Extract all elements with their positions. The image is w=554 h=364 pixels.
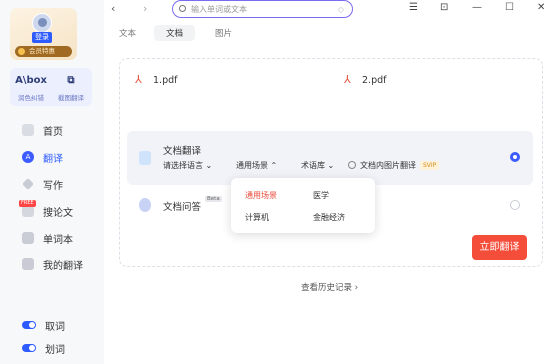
screenshot-label: 截图翻译 [58,94,84,102]
translate-icon: A [22,151,34,163]
scene-option-general[interactable]: 通用场景 [245,190,277,201]
tab-text[interactable]: 文本 [119,27,136,39]
sidebar-item-label: 首页 [43,126,63,138]
sidebar-item-label: 我的翻译 [43,260,83,272]
image-translate-option[interactable]: 文档内图片翻译 SVIP [348,160,440,171]
tab-image[interactable]: 图片 [215,27,232,39]
termbase-select[interactable]: 术语库 ⌄ [301,160,334,171]
vip-offer-button[interactable]: 会员特惠 [15,46,72,57]
view-history-link[interactable]: 查看历史记录 › [301,281,358,293]
pdf-icon: ⅄ [344,73,351,86]
back-button[interactable]: ‹ [111,2,115,15]
polish-icon: A\box [15,75,47,86]
toggle-word-pick[interactable]: 取词 [22,318,65,333]
file-name: 1.pdf [153,74,178,86]
sidebar-item-write[interactable]: 写作 [22,176,63,192]
image-translate-label: 文档内图片翻译 [360,161,416,170]
vip-label: 会员特惠 [29,47,55,55]
doc-qa-title[interactable]: 文档问答 [163,199,201,213]
file-name: 2.pdf [362,74,387,86]
minimize-button[interactable]: — [472,2,482,13]
avatar[interactable] [32,13,52,33]
sidebar-item-label: 翻译 [43,153,63,165]
polish-tool-button[interactable]: A\box 润色纠错 [12,74,50,102]
vocab-icon [22,232,34,244]
tools-card: A\box 润色纠错 ⧉ 截图翻译 [10,68,92,106]
scene-dropdown-menu: 通用场景 医学 计算机 金融经济 [231,178,375,233]
scene-select[interactable]: 通用场景 ⌃ [236,160,277,171]
sidebar-item-label: 写作 [43,180,63,192]
file-item[interactable]: ⅄ 2.pdf [344,74,386,86]
login-card[interactable]: 登录 会员特惠 [10,8,77,60]
svip-badge: SVIP [420,161,440,170]
sidebar-item-search-paper[interactable]: FREE 搜论文 [19,200,73,219]
maximize-button[interactable]: ☐ [505,2,514,13]
toggle-label: 取词 [45,321,65,333]
doc-qa-radio[interactable] [510,200,520,210]
sidebar-item-my-translation[interactable]: 我的翻译 [22,256,83,272]
polish-label: 润色纠错 [18,94,44,102]
scene-option-medicine[interactable]: 医学 [313,190,329,201]
sidebar-item-label: 搜论文 [43,207,73,219]
forward-button[interactable]: › [143,2,147,15]
screenshot-translate-button[interactable]: ⧉ 截图翻译 [52,74,90,102]
select-word-toggle-icon[interactable] [22,344,36,352]
doc-translate-radio[interactable] [510,152,520,162]
eraser-icon[interactable]: ◇ [338,5,344,14]
toggle-label: 划词 [45,344,65,356]
paper-icon: FREE [19,200,36,217]
pen-icon [22,178,34,190]
scene-option-computer[interactable]: 计算机 [245,212,269,223]
search-box[interactable]: ◇ [172,0,353,18]
login-button[interactable]: 登录 [32,32,52,43]
word-pick-toggle-icon[interactable] [22,321,36,329]
my-translation-icon [22,258,34,270]
doc-translate-title: 文档翻译 [163,146,202,157]
translate-now-button[interactable]: 立即翻译 [472,235,527,260]
sidebar-item-vocab[interactable]: 单词本 [22,230,73,246]
language-select[interactable]: 请选择语言 ⌄ [163,160,212,171]
screenshot-icon: ⧉ [67,75,75,86]
doc-qa-icon [139,198,151,212]
menu-button[interactable]: ☰ [409,2,418,13]
toggle-select-word[interactable]: 划词 [22,341,65,356]
sidebar-item-home[interactable]: 首页 [22,122,63,138]
sidebar: 登录 会员特惠 A\box 润色纠错 ⧉ 截图翻译 首页 A 翻译 写作 FRE… [0,0,104,364]
pin-button[interactable]: ⊡ [440,2,448,13]
sidebar-item-translate[interactable]: A 翻译 [22,149,63,165]
beta-badge: Beta [205,196,222,202]
pdf-icon: ⅄ [135,73,142,86]
free-badge: FREE [19,200,36,207]
doc-translate-icon [139,151,151,165]
vip-icon [18,48,25,55]
image-translate-radio[interactable] [348,161,356,169]
doc-translate-option[interactable] [127,131,533,185]
home-icon [22,124,34,136]
search-input[interactable] [191,3,331,15]
file-item[interactable]: ⅄ 1.pdf [135,74,177,86]
search-icon [179,5,186,12]
close-button[interactable]: ✕ [537,2,545,13]
scene-option-finance[interactable]: 金融经济 [313,212,345,223]
sidebar-item-label: 单词本 [43,234,73,246]
tab-document[interactable]: 文档 [154,25,196,41]
